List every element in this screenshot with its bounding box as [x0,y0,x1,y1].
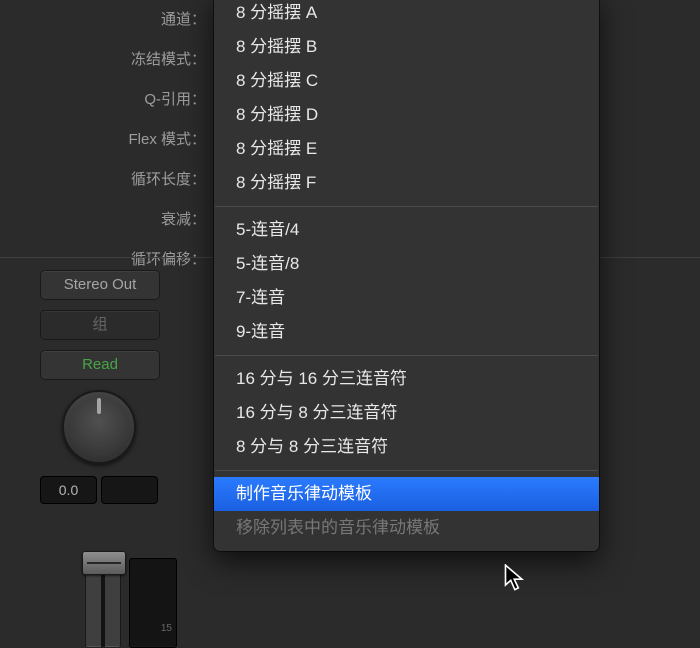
automation-read-button[interactable]: Read [40,350,160,380]
menu-item[interactable]: 16 分与 16 分三连音符 [214,362,599,396]
menu-item-make-groove-template[interactable]: 制作音乐律动模板 [214,477,599,511]
menu-item[interactable]: 5-连音/4 [214,213,599,247]
pan-value-secondary[interactable] [101,476,158,504]
pan-knob[interactable] [62,390,136,464]
menu-item[interactable]: 8 分摇摆 D [214,98,599,132]
row-freeze-mode: 冻结模式： [0,40,216,80]
volume-fader[interactable] [85,558,121,648]
menu-item[interactable]: 8 分摇摆 C [214,64,599,98]
menu-item[interactable]: 5-连音/8 [214,247,599,281]
menu-item[interactable]: 8 分摇摆 A [214,0,599,30]
menu-item[interactable]: 7-连音 [214,281,599,315]
level-meter: 15 [129,558,177,648]
row-channel: 通道： [0,0,216,40]
inspector-rows: 通道： 冻结模式： Q-引用： Flex 模式： 循环长度： 衰减： 循环偏移： [0,0,216,280]
menu-item[interactable]: 16 分与 8 分三连音符 [214,396,599,430]
row-q-reference: Q-引用： [0,80,216,120]
fader-and-meter: 15 [85,558,195,646]
menu-item[interactable]: 8 分与 8 分三连音符 [214,430,599,464]
row-decay: 衰减： [0,200,216,240]
menu-separator [215,470,598,471]
menu-separator [215,206,598,207]
output-button[interactable]: Stereo Out [40,270,160,300]
row-loop-length: 循环长度： [0,160,216,200]
channel-strip: Stereo Out 组 Read 0.0 [40,270,180,504]
menu-separator [215,355,598,356]
menu-item-remove-groove-template: 移除列表中的音乐律动模板 [214,511,599,545]
menu-item[interactable]: 8 分摇摆 F [214,166,599,200]
menu-item[interactable]: 8 分摇摆 E [214,132,599,166]
quantize-popup-menu[interactable]: 8 分摇摆 A 8 分摇摆 B 8 分摇摆 C 8 分摇摆 D 8 分摇摆 E … [214,0,599,551]
meter-tick: 15 [161,623,172,634]
menu-item[interactable]: 8 分摇摆 B [214,30,599,64]
pan-value[interactable]: 0.0 [40,476,97,504]
menu-item[interactable]: 9-连音 [214,315,599,349]
group-button[interactable]: 组 [40,310,160,340]
row-flex-mode: Flex 模式： [0,120,216,160]
